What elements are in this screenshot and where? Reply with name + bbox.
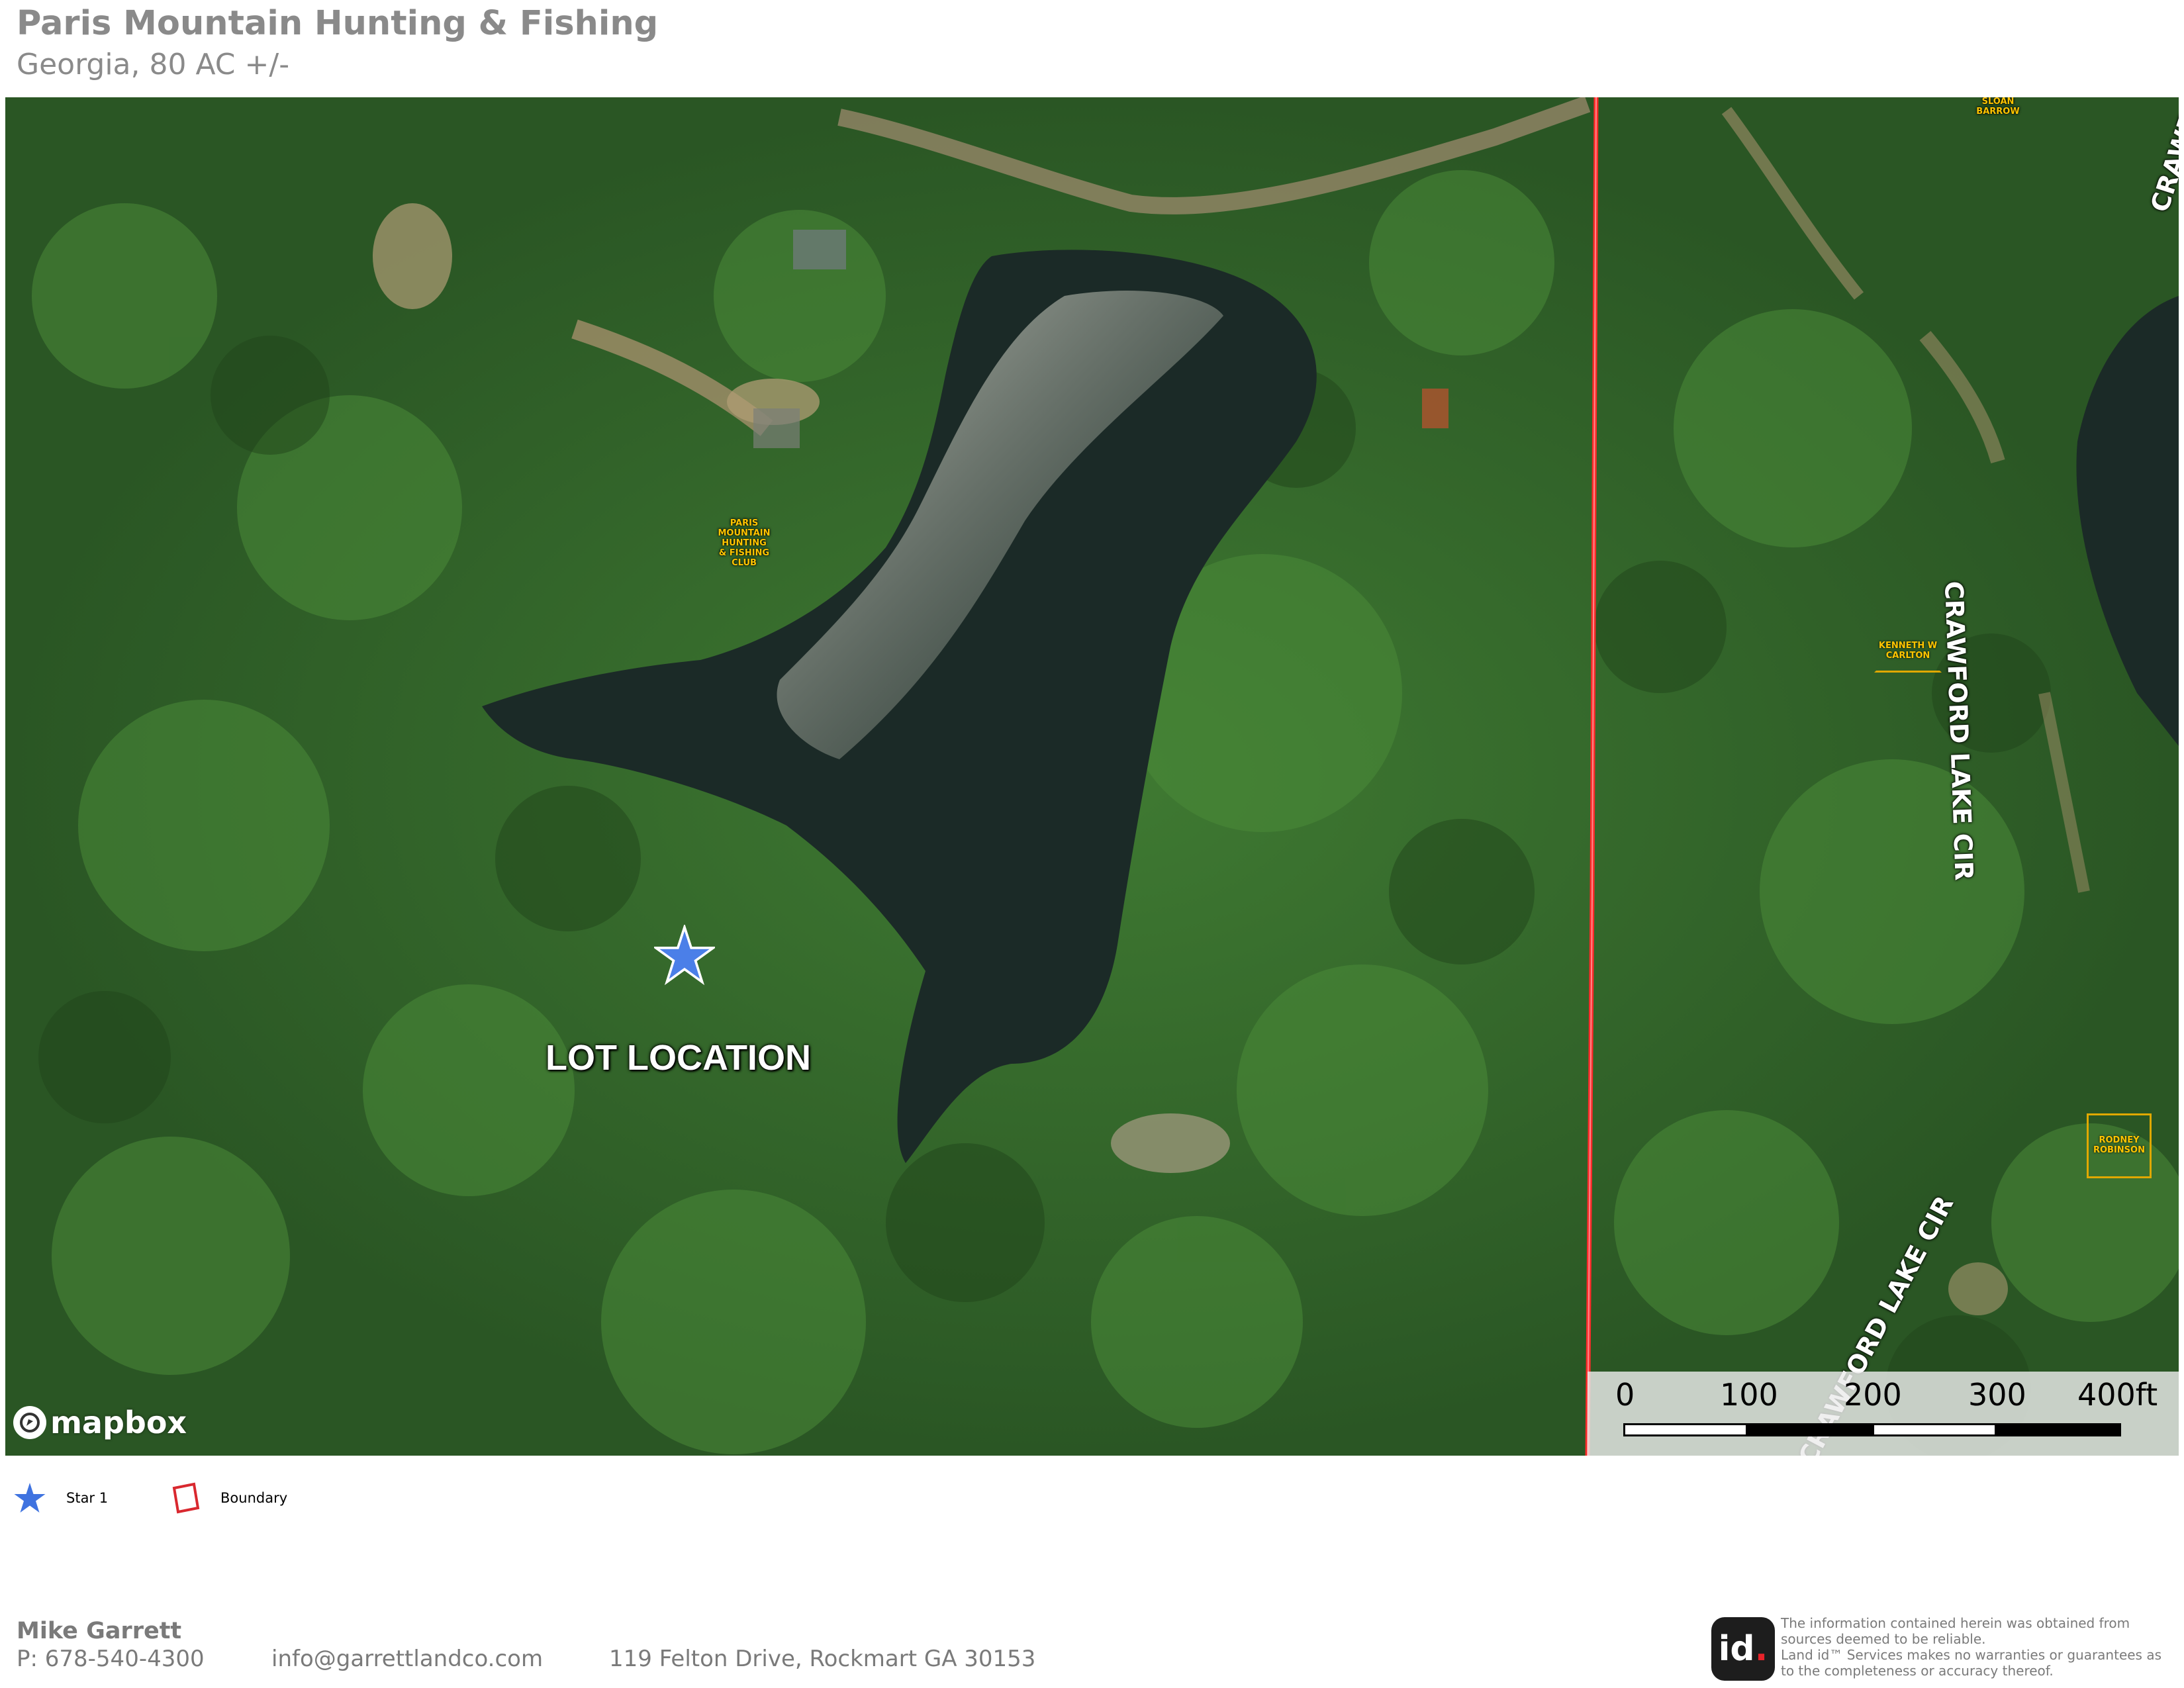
scale-tick: 200 xyxy=(1844,1377,1902,1413)
scale-segment xyxy=(1623,1423,1748,1436)
scale-segment xyxy=(1748,1423,1872,1436)
mapbox-logo[interactable]: mapbox xyxy=(13,1405,187,1440)
disclaimer: The information contained herein was obt… xyxy=(1781,1615,2162,1679)
scale-segment xyxy=(1872,1423,1997,1436)
map-view[interactable]: PARIS MOUNTAIN HUNTING & FISHING CLUB SL… xyxy=(5,97,2179,1456)
agent-address: 119 Felton Drive, Rockmart GA 30153 xyxy=(609,1646,1036,1672)
star-icon[interactable] xyxy=(654,925,715,986)
map-label-club: PARIS MOUNTAIN HUNTING & FISHING CLUB xyxy=(718,518,771,568)
scale-tick: 300 xyxy=(1968,1377,2026,1413)
mapbox-logo-text: mapbox xyxy=(50,1405,187,1440)
land-id-logo: id. xyxy=(1711,1617,1775,1681)
legend-label-boundary: Boundary xyxy=(220,1490,288,1506)
satellite-imagery xyxy=(5,97,2179,1456)
agent-name: Mike Garrett xyxy=(17,1618,182,1644)
legend-item-star: Star 1 xyxy=(13,1481,108,1515)
scale-bar: 0 100 200 300 400ft xyxy=(1588,1372,2179,1456)
owner-box-kenneth-carlton: KENNETH W CARLTON xyxy=(1874,630,1942,673)
land-id-logo-text: id xyxy=(1718,1629,1755,1669)
scale-tick: 400ft xyxy=(2077,1377,2158,1413)
scale-segment xyxy=(1997,1423,2121,1436)
legend-item-boundary: Boundary xyxy=(169,1481,287,1515)
agent-phone[interactable]: P: 678-540-4300 xyxy=(17,1646,205,1672)
owner-box-rodney-robinson: RODNEY ROBINSON xyxy=(2087,1113,2152,1178)
map-label-sloan-barrow: SLOAN BARROW xyxy=(1976,97,2020,117)
page-title: Paris Mountain Hunting & Fishing xyxy=(17,4,659,43)
scale-tick: 100 xyxy=(1720,1377,1778,1413)
mapbox-logo-icon xyxy=(13,1406,46,1439)
scale-tick: 0 xyxy=(1615,1377,1635,1413)
agent-email[interactable]: info@garrettlandco.com xyxy=(271,1646,543,1672)
boundary-polygon-icon xyxy=(172,1482,200,1514)
star-icon xyxy=(14,1483,46,1513)
land-id-logo-dot: . xyxy=(1754,1629,1768,1669)
legend-label-star: Star 1 xyxy=(66,1490,109,1506)
page-subtitle: Georgia, 80 AC +/- xyxy=(17,48,290,81)
lot-location-label: LOT LOCATION xyxy=(546,1038,811,1078)
